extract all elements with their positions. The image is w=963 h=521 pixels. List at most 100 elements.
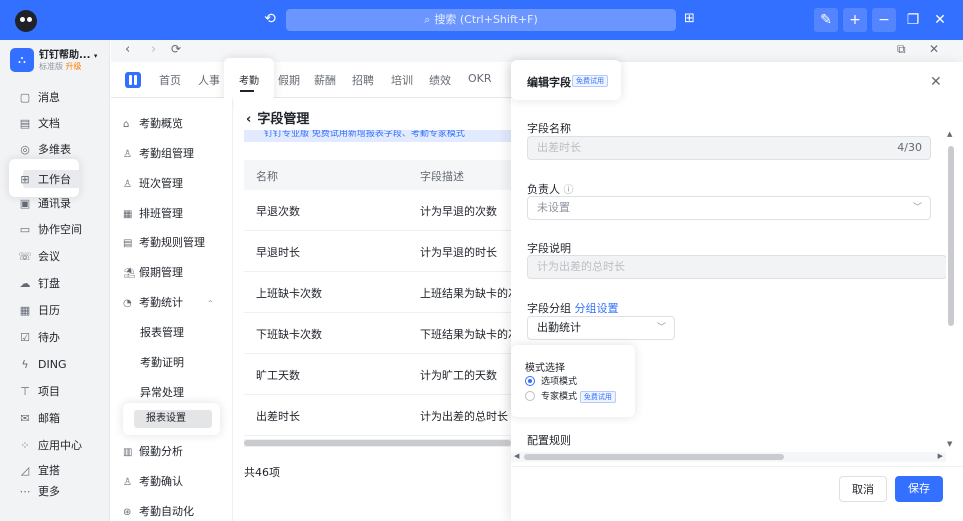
search-placeholder: 搜索 (Ctrl+Shift+F) [434,13,538,26]
table-row[interactable]: 出差时长 计为出差的总时长 [244,395,511,436]
scroll-down-icon[interactable]: ▼ [947,440,952,448]
tab-leave[interactable]: 假期 [278,72,300,88]
panel-close-icon[interactable]: ✕ [930,74,942,90]
nav-item-drive[interactable]: ☁ 钉盘 [18,274,61,294]
owner-placeholder: 未设置 [537,201,570,214]
table-row[interactable]: 早退时长 计为早退的时长 [244,231,511,272]
description-input[interactable]: 计为出差的总时长 [527,255,947,279]
qrcode-icon[interactable]: ⊞ [684,11,695,26]
nav-item-ding[interactable]: ϟ DING [18,355,66,375]
table-icon: ◎ [20,143,30,156]
table-row[interactable]: 下班缺卡次数 下班结果为缺卡的次数 [244,313,530,354]
yida-icon: ◿ [20,464,30,477]
tab-home[interactable]: 首页 [159,72,181,88]
nav-item-mail[interactable]: ✉ 邮箱 [18,409,60,429]
subnav-confirm[interactable]: ♙ 考勤确认 [123,473,183,489]
tab-recruit[interactable]: 招聘 [352,72,374,88]
chevron-down-icon: ﹀ [656,323,666,333]
close-window-icon[interactable]: ✕ [929,42,939,56]
field-name-input[interactable]: 出差时长 4/30 [527,136,931,160]
refresh-icon[interactable]: ⟳ [171,42,181,56]
org-switcher[interactable]: ⛬ 钉钉帮助... ▾ 标准版 升级 [10,46,105,74]
nav-item-contacts[interactable]: ▣ 通讯录 [18,194,71,214]
back-icon[interactable]: ‹ [125,42,130,57]
subnav-shift[interactable]: ♙ 班次管理 [123,175,183,191]
owner-select[interactable]: 未设置 ﹀ [527,196,931,220]
table-horizontal-scrollbar[interactable] [244,439,511,447]
tab-training[interactable]: 培训 [391,72,413,88]
nav-item-docs[interactable]: ▤ 文档 [18,114,60,134]
group-settings-link[interactable]: 分组设置 [575,302,619,315]
subnav-rules[interactable]: ▤ 考勤规则管理 [123,234,205,250]
nav-item-meeting[interactable]: ☏ 会议 [18,247,60,267]
nav-item-todo[interactable]: ☑ 待办 [18,328,60,348]
nav-item-workbench[interactable]: ⊞ 工作台 [18,170,71,190]
subnav-exceptions[interactable]: 异常处理 [140,384,184,400]
app-tabs: 首页 人事 假期 薪酬 招聘 培训 绩效 OKR [111,62,511,98]
panel-horizontal-scrollbar[interactable]: ◀ ▶ [511,452,946,462]
nav-item-multitable[interactable]: ◎ 多维表 [18,140,71,160]
dingtalk-logo-icon[interactable] [15,10,37,32]
cancel-button[interactable]: 取消 [839,476,887,502]
tab-okr[interactable]: OKR [468,72,492,85]
nav-item-more[interactable]: ⋯ 更多 [18,482,61,502]
scroll-up-icon[interactable]: ▲ [947,130,952,138]
subnav-report-settings-label: 报表设置 [134,410,212,428]
footer-divider [511,466,963,467]
restore-icon[interactable]: ❐ [901,8,925,32]
nav-item-project[interactable]: ⊤ 项目 [18,382,60,402]
group-icon: ♙ [123,149,132,160]
forward-icon[interactable]: › [151,42,156,57]
scroll-left-icon[interactable]: ◀ [514,452,519,460]
global-search-bar[interactable]: ⌕ 搜索 (Ctrl+Shift+F) [286,9,676,31]
holiday-icon: ⛱ [123,268,136,279]
panel-vertical-scrollbar[interactable]: ▲ ▼ [946,130,956,450]
table-row[interactable]: 上班缺卡次数 上班结果为缺卡的次数 [244,272,530,313]
tab-personnel[interactable]: 人事 [198,72,220,88]
more-icon: ⋯ [19,485,31,498]
save-button[interactable]: 保存 [895,476,943,502]
history-icon[interactable]: ⟲ [262,11,278,27]
plus-icon[interactable]: + [843,8,867,32]
info-icon[interactable]: ⓘ [564,185,574,196]
nav-item-space[interactable]: ▭ 协作空间 [18,220,82,240]
nav-item-messages[interactable]: ▢ 消息 [18,88,60,108]
nav-item-apps[interactable]: ⁘ 应用中心 [18,436,82,456]
scroll-right-icon[interactable]: ▶ [938,452,943,460]
group-select[interactable]: 出勤统计 ﹀ [527,316,675,340]
subnav-automation[interactable]: ⊛ 考勤自动化 [123,503,194,519]
subnav-certificate[interactable]: 考勤证明 [140,354,184,370]
stats-icon: ◔ [123,298,132,309]
option-mode-radio[interactable] [525,376,535,386]
subnav-stats[interactable]: ◔ 考勤统计 ⌃ [123,294,214,310]
tab-salary[interactable]: 薪酬 [314,72,336,88]
open-external-icon[interactable]: ⧉ [897,42,906,57]
minimize-icon[interactable]: − [872,8,896,32]
table-row[interactable]: 早退次数 计为早退的次数 [244,190,511,231]
subnav-holiday[interactable]: ⛱ 假期管理 [123,264,183,280]
promo-banner[interactable]: 钉钉专业版 免费试用新增报表字段、考勤专家模式 [244,130,511,142]
upgrade-link[interactable]: 升级 [66,62,82,71]
column-name: 名称 [256,170,278,183]
back-arrow-icon[interactable]: ‹ [246,112,251,127]
nav-item-calendar[interactable]: ▦ 日历 [18,301,60,321]
hr-app-logo-icon [125,72,141,88]
expert-mode-radio[interactable] [525,391,535,401]
subnav-report-settings[interactable]: 报表设置 [123,403,220,435]
subnav-overview[interactable]: ⌂ 考勤概览 [123,115,183,131]
close-icon[interactable]: ✕ [928,8,952,32]
field-name-counter: 4/30 [897,141,922,154]
wand-icon[interactable]: ✎ [814,8,838,32]
subnav-group[interactable]: ♙ 考勤组管理 [123,145,194,161]
tab-attendance[interactable]: 考勤 [224,58,274,102]
group-value: 出勤统计 [537,321,581,334]
subnav-analysis[interactable]: ▥ 假勤分析 [123,443,183,459]
mail-icon: ✉ [20,412,30,425]
nav-item-yida[interactable]: ◿ 宜搭 [18,461,60,481]
table-row[interactable]: 旷工天数 计为旷工的天数 [244,354,511,395]
tab-performance[interactable]: 绩效 [429,72,451,88]
subnav-report-manage[interactable]: 报表管理 [140,324,184,340]
option-mode-label[interactable]: 选项模式 [541,374,577,387]
subnav-schedule[interactable]: ▦ 排班管理 [123,205,183,221]
promo-text: 钉钉专业版 免费试用新增报表字段、考勤专家模式 [264,130,465,139]
